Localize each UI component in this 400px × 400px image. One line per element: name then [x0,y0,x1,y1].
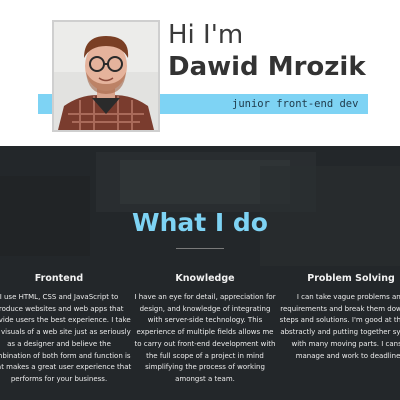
skill-title: Frontend [34,273,84,284]
skill-description: I use HTML, CSS and JavaScript to produc… [0,293,132,383]
skill-column-knowledge: Knowledge I have an eye for detail, appr… [132,272,278,386]
what-i-do-section: What I do Frontend I use HTML, CSS and J… [0,146,400,400]
person-name: Dawid Mrozik [168,52,366,82]
skill-description: I have an eye for detail, appreciation f… [134,293,276,383]
profile-photo [52,20,160,132]
skill-description: I can take vague problems and requiremen… [279,293,400,360]
title-divider [176,248,224,249]
job-title: junior front-end dev [232,98,359,110]
skill-column-problem-solving: Problem Solving I can take vague problem… [278,272,400,362]
greeting: Hi I'm [168,20,244,50]
skill-title: Knowledge [175,273,235,284]
skill-column-frontend: Frontend I use HTML, CSS and JavaScript … [0,272,132,386]
skill-title: Problem Solving [307,273,395,284]
profile-photo-illustration [54,22,158,130]
hero-header: Hi I'm Dawid Mrozik junior front-end dev [0,0,400,146]
section-title: What I do [132,208,268,237]
